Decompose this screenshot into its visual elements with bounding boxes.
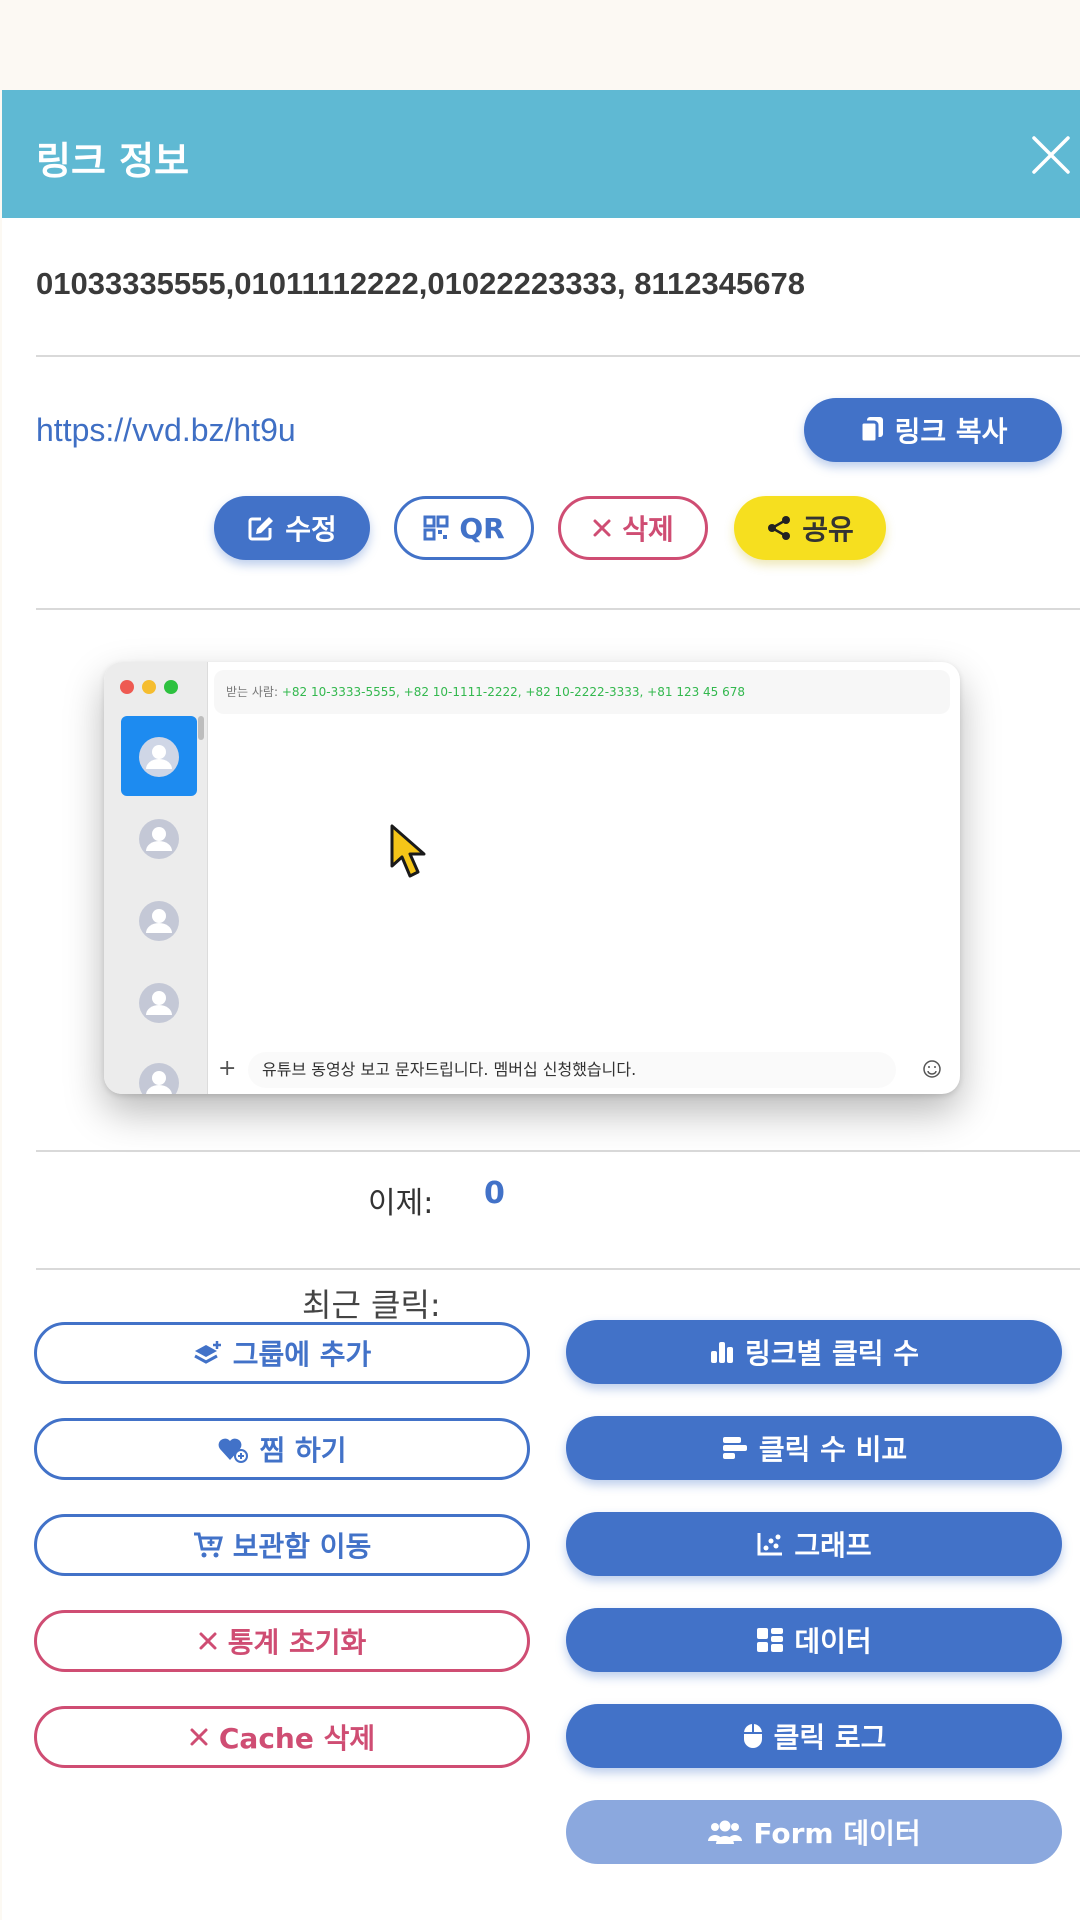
short-link[interactable]: https://vvd.bz/ht9u (36, 412, 296, 449)
compare-clicks-button[interactable]: 클릭 수 비교 (566, 1416, 1062, 1480)
share-label: 공유 (802, 513, 854, 546)
reset-stats-button[interactable]: 통계 초기화 (34, 1610, 530, 1672)
avatar-icon[interactable] (138, 1062, 180, 1094)
window-zoom-dot[interactable] (164, 680, 178, 694)
scatter-chart-icon (757, 1533, 783, 1556)
pointer-cursor-icon (390, 824, 426, 878)
delete-button[interactable]: 삭제 (558, 496, 708, 560)
avatar-icon (139, 737, 179, 777)
obscured-stat-label: 이제: (368, 1186, 434, 1221)
window-minimize-dot[interactable] (142, 680, 156, 694)
grid-icon (757, 1628, 784, 1652)
copy-link-button[interactable]: 링크 복사 (804, 398, 1062, 462)
avatar-icon[interactable] (138, 818, 180, 860)
horizontal-bars-icon (722, 1437, 747, 1459)
clear-cache-button[interactable]: Cache 삭제 (34, 1706, 530, 1768)
modal-title: 링크 정보 (36, 139, 190, 183)
move-to-storage-label: 보관함 이동 (232, 1530, 372, 1563)
click-log-button[interactable]: 클릭 로그 (566, 1704, 1062, 1768)
data-button[interactable]: 데이터 (566, 1608, 1062, 1672)
window-close-dot[interactable] (120, 680, 134, 694)
qr-button[interactable]: QR (394, 496, 534, 560)
obscured-stat-value: 0 (484, 1176, 505, 1211)
bar-chart-icon (710, 1342, 733, 1363)
conversation-sidebar (104, 662, 208, 1094)
divider (36, 1150, 1080, 1152)
attach-plus-icon[interactable]: + (218, 1056, 236, 1081)
divider (36, 1268, 1080, 1270)
reset-stats-label: 통계 초기화 (227, 1626, 367, 1659)
sidebar-scrollbar[interactable] (198, 716, 204, 740)
graph-label: 그래프 (794, 1529, 872, 1562)
copy-icon (859, 417, 883, 444)
divider (36, 608, 1080, 610)
share-button[interactable]: 공유 (734, 496, 886, 560)
recipients-field[interactable]: 받는 사람: +82 10-3333-5555, +82 10-1111-222… (214, 670, 950, 714)
close-x-icon (199, 1632, 217, 1650)
clear-cache-label: Cache 삭제 (218, 1722, 376, 1755)
close-x-icon (593, 519, 611, 537)
delete-label: 삭제 (622, 513, 674, 546)
compare-clicks-label: 클릭 수 비교 (758, 1433, 908, 1466)
recipient-numbers: 01033335555,01011112222,01022223333, 811… (36, 266, 805, 301)
form-data-label: Form 데이터 (753, 1817, 921, 1850)
recipients-numbers: +82 10-3333-5555, +82 10-1111-2222, +82 … (281, 685, 746, 699)
add-to-group-button[interactable]: 그룹에 추가 (34, 1322, 530, 1384)
cart-plus-icon (193, 1532, 223, 1558)
form-data-button[interactable]: Form 데이터 (566, 1800, 1062, 1864)
click-log-label: 클릭 로그 (773, 1721, 887, 1754)
graph-button[interactable]: 그래프 (566, 1512, 1062, 1576)
favorite-label: 찜 하기 (259, 1434, 347, 1467)
close-x-icon (190, 1728, 208, 1746)
qr-label: QR (459, 511, 505, 545)
message-preview-window: 받는 사람: +82 10-3333-5555, +82 10-1111-222… (104, 662, 960, 1094)
heart-plus-icon (219, 1438, 249, 1463)
edit-button[interactable]: 수정 (214, 496, 370, 560)
move-to-storage-button[interactable]: 보관함 이동 (34, 1514, 530, 1576)
message-input[interactable]: 유튜브 동영상 보고 문자드립니다. 멤버십 신청했습니다. (248, 1052, 896, 1088)
edit-label: 수정 (285, 513, 337, 546)
favorite-button[interactable]: 찜 하기 (34, 1418, 530, 1480)
clicks-per-link-label: 링크별 클릭 수 (744, 1337, 920, 1370)
share-icon (768, 516, 791, 540)
edit-icon (248, 517, 274, 541)
mouse-icon (743, 1724, 762, 1748)
copy-link-label: 링크 복사 (894, 415, 1008, 448)
compose-bar: + 유튜브 동영상 보고 문자드립니다. 멤버십 신청했습니다. (208, 1050, 960, 1094)
recipients-label: 받는 사람: (226, 685, 279, 699)
avatar-icon[interactable] (138, 900, 180, 942)
recent-click-label: 최근 클릭: (302, 1286, 441, 1324)
users-icon (708, 1820, 743, 1844)
close-icon[interactable] (1028, 132, 1074, 178)
add-to-group-label: 그룹에 추가 (232, 1338, 372, 1371)
modal-header: 링크 정보 (2, 90, 1080, 218)
layers-plus-icon (194, 1341, 221, 1364)
data-label: 데이터 (794, 1625, 872, 1658)
avatar-icon[interactable] (138, 982, 180, 1024)
qr-icon (423, 515, 449, 541)
emoji-icon[interactable] (922, 1059, 942, 1079)
divider (36, 355, 1080, 357)
clicks-per-link-button[interactable]: 링크별 클릭 수 (566, 1320, 1062, 1384)
